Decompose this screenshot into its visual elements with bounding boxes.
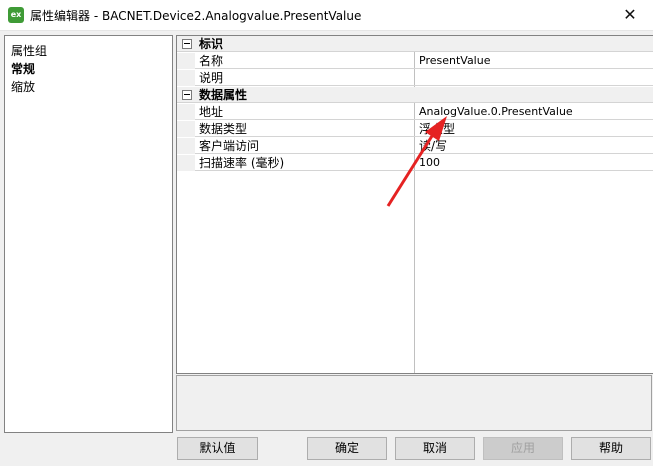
- property-value[interactable]: 浮点型: [419, 122, 455, 136]
- property-name: 地址: [199, 105, 224, 119]
- help-button[interactable]: 帮助: [571, 437, 651, 460]
- close-button[interactable]: ✕: [607, 0, 653, 30]
- property-name: 客户端访问: [199, 139, 260, 153]
- cancel-button[interactable]: 取消: [395, 437, 475, 460]
- property-row-address[interactable]: 地址 AnalogValue.0.PresentValue: [177, 104, 653, 120]
- default-button[interactable]: 默认值: [177, 437, 258, 460]
- ok-button[interactable]: 确定: [307, 437, 387, 460]
- app-icon: ex: [8, 7, 24, 23]
- property-name: 说明: [199, 71, 224, 85]
- property-row-description[interactable]: 说明: [177, 70, 653, 86]
- property-value[interactable]: 100: [419, 156, 440, 170]
- property-group-header: 属性组: [11, 44, 48, 58]
- property-name: 扫描速率 (毫秒): [199, 156, 285, 170]
- property-name: 名称: [199, 54, 224, 68]
- property-group-general[interactable]: 常规: [11, 60, 35, 77]
- row-gutter: [177, 104, 195, 120]
- property-row-data-type[interactable]: 数据类型 浮点型: [177, 121, 653, 137]
- category-identification[interactable]: 标识: [177, 36, 653, 52]
- property-value[interactable]: PresentValue: [419, 54, 490, 68]
- row-gutter: [177, 70, 195, 86]
- property-grid: 标识 名称 PresentValue 说明 数据属性 地址 AnalogValu…: [176, 35, 653, 374]
- title-bar: ex 属性编辑器 - BACNET.Device2.Analogvalue.Pr…: [0, 0, 653, 31]
- row-gutter: [177, 138, 195, 154]
- category-label: 标识: [199, 37, 224, 51]
- property-name: 数据类型: [199, 122, 248, 136]
- row-gutter: [177, 155, 195, 171]
- row-gutter: [177, 53, 195, 69]
- description-panel: [176, 375, 652, 431]
- property-group-scaling[interactable]: 缩放: [11, 78, 35, 95]
- property-group-list: 属性组 常规 缩放: [4, 35, 173, 433]
- row-gutter: [177, 121, 195, 137]
- collapse-icon[interactable]: [182, 90, 192, 100]
- property-row-client-access[interactable]: 客户端访问 读/写: [177, 138, 653, 154]
- window-title: 属性编辑器 - BACNET.Device2.Analogvalue.Prese…: [30, 9, 362, 23]
- property-value[interactable]: AnalogValue.0.PresentValue: [419, 105, 573, 119]
- property-value[interactable]: 读/写: [419, 139, 447, 153]
- category-label: 数据属性: [199, 88, 248, 102]
- category-data-properties[interactable]: 数据属性: [177, 87, 653, 103]
- apply-button[interactable]: 应用: [483, 437, 563, 460]
- collapse-icon[interactable]: [182, 39, 192, 49]
- close-icon: ✕: [623, 5, 637, 24]
- property-row-scan-rate[interactable]: 扫描速率 (毫秒) 100: [177, 155, 653, 171]
- property-row-name[interactable]: 名称 PresentValue: [177, 53, 653, 69]
